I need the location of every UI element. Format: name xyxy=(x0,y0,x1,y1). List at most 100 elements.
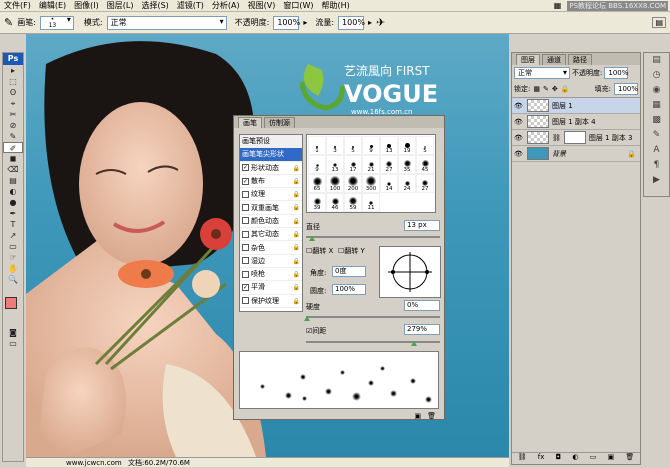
scattering-item[interactable]: ✓ 散布 🔒 xyxy=(240,175,302,189)
tab-layers[interactable]: 图层 xyxy=(516,54,540,65)
bridge-icon[interactable]: ▦ xyxy=(554,1,562,10)
lock-transparency-icon[interactable]: ▦ xyxy=(533,85,540,93)
checkbox[interactable] xyxy=(242,204,249,212)
eye-icon[interactable]: 👁 xyxy=(514,118,524,126)
brush-tip[interactable]: 65 xyxy=(308,174,326,193)
path-selection-tool-icon[interactable]: ↗ xyxy=(3,230,23,241)
brush-tip[interactable]: 45 xyxy=(416,155,434,174)
checkbox[interactable] xyxy=(242,190,249,198)
brush-tip[interactable]: 27 xyxy=(416,174,434,193)
flow-field[interactable]: 100% xyxy=(338,15,365,30)
checkbox[interactable] xyxy=(242,270,249,278)
move-tool-icon[interactable]: ▸ xyxy=(3,65,23,76)
brush-tip[interactable]: 11 xyxy=(362,193,380,212)
brush-tip[interactable]: 17 xyxy=(344,155,362,174)
diameter-slider[interactable] xyxy=(306,236,440,238)
checkbox[interactable] xyxy=(242,217,249,225)
opacity-dropdown-icon[interactable]: ▸ xyxy=(303,18,307,27)
color-dynamics-item[interactable]: 颜色动态 🔒 xyxy=(240,215,302,229)
checkbox[interactable] xyxy=(242,297,249,305)
menu-item-image[interactable]: 图像(I) xyxy=(70,0,103,11)
brush-tip[interactable]: 14 xyxy=(380,174,398,193)
brush-tip[interactable]: 13 xyxy=(326,155,344,174)
brush-tip[interactable]: 39 xyxy=(308,193,326,212)
lock-icon[interactable]: 🔒 xyxy=(293,258,300,265)
lock-icon[interactable]: 🔒 xyxy=(293,218,300,225)
dodge-tool-icon[interactable]: ● xyxy=(3,197,23,208)
checkbox[interactable]: ✓ xyxy=(242,283,249,291)
flow-dropdown-icon[interactable]: ▸ xyxy=(368,18,372,27)
menu-item-edit[interactable]: 编辑(E) xyxy=(35,0,70,11)
eye-icon[interactable]: 👁 xyxy=(514,102,524,110)
angle-field[interactable]: 0度 xyxy=(332,266,366,277)
brush-tool-icon-active[interactable]: ✐ xyxy=(3,142,23,153)
flip-x-checkbox[interactable]: ☐翻转 X xyxy=(306,246,333,256)
brush-tip[interactable]: 5 xyxy=(416,136,434,155)
wet-edges-item[interactable]: 湿边 🔒 xyxy=(240,255,302,268)
marquee-tool-icon[interactable]: ⬚ xyxy=(3,76,23,87)
angle-roundness-widget[interactable] xyxy=(379,246,441,298)
checkbox[interactable] xyxy=(242,257,249,265)
healing-brush-tool-icon[interactable]: ✎ xyxy=(3,131,23,142)
brush-tip[interactable]: 100 xyxy=(326,174,344,193)
checkbox[interactable]: ✓ xyxy=(242,164,249,172)
paragraph-icon[interactable]: ¶ xyxy=(644,158,669,173)
layer-row[interactable]: 👁 ⛓ 图层 1 副本 3 xyxy=(512,130,640,146)
roundness-field[interactable]: 100% xyxy=(332,284,366,295)
lock-icon[interactable]: 🔒 xyxy=(293,271,300,278)
lock-icon[interactable]: 🔒 xyxy=(293,165,300,172)
swatches-icon[interactable]: ▦ xyxy=(644,98,669,113)
delete-layer-icon[interactable]: 🗑 xyxy=(625,453,634,464)
screen-mode-icon[interactable]: ▭ xyxy=(3,338,23,349)
brush-tip[interactable]: 46 xyxy=(326,193,344,212)
layer-style-icon[interactable]: fx xyxy=(538,453,545,464)
eye-icon[interactable]: 👁 xyxy=(514,150,524,158)
menu-item-help[interactable]: 帮助(H) xyxy=(318,0,354,11)
menu-item-window[interactable]: 窗口(W) xyxy=(279,0,317,11)
lock-icon[interactable]: 🔒 xyxy=(293,204,300,211)
zoom-tool-icon[interactable]: 🔍 xyxy=(3,274,23,285)
brushes-icon[interactable]: ✎ xyxy=(644,128,669,143)
layer-row[interactable]: 👁 图层 1 副本 4 xyxy=(512,114,640,130)
smoothing-item[interactable]: ✓ 平滑 🔒 xyxy=(240,281,302,295)
new-layer-icon[interactable]: ▣ xyxy=(608,453,615,464)
lock-all-icon[interactable]: 🔒 xyxy=(561,85,570,93)
fill-field[interactable]: 100% xyxy=(614,83,638,95)
layer-opacity-field[interactable]: 100% xyxy=(604,67,628,79)
other-dynamics-item[interactable]: 其它动态 🔒 xyxy=(240,228,302,242)
actions-icon[interactable]: ▶ xyxy=(644,173,669,188)
brush-tip[interactable]: 3 xyxy=(326,136,344,155)
airbrush-icon[interactable]: ✈ xyxy=(376,16,385,29)
brush-tip[interactable]: 24 xyxy=(398,174,416,193)
tab-clone-source[interactable]: 仿制源 xyxy=(264,117,295,128)
styles-icon[interactable]: ▩ xyxy=(644,113,669,128)
lock-icon[interactable]: 🔒 xyxy=(293,284,300,291)
magic-wand-tool-icon[interactable]: ⌖ xyxy=(3,98,23,109)
notes-tool-icon[interactable]: ☞ xyxy=(3,252,23,263)
layer-row[interactable]: 👁 背景 🔒 xyxy=(512,146,640,162)
clone-stamp-tool-icon[interactable]: ◼ xyxy=(3,153,23,164)
checkbox[interactable]: ✓ xyxy=(242,177,249,185)
noise-item[interactable]: 杂色 🔒 xyxy=(240,241,302,255)
diameter-field[interactable]: 13 px xyxy=(404,220,440,231)
flip-y-checkbox[interactable]: ☐翻转 Y xyxy=(338,246,365,256)
menu-item-analysis[interactable]: 分析(A) xyxy=(208,0,244,11)
foreground-color[interactable] xyxy=(5,297,17,309)
navigator-icon[interactable]: ▤ xyxy=(644,53,669,68)
blur-tool-icon[interactable]: ◐ xyxy=(3,186,23,197)
delete-icon[interactable]: 🗑 xyxy=(427,412,436,420)
eraser-tool-icon[interactable]: ⌫ xyxy=(3,164,23,175)
lasso-tool-icon[interactable]: ʘ xyxy=(3,87,23,98)
menu-item-file[interactable]: 文件(F) xyxy=(0,0,35,11)
brush-presets-item[interactable]: 画笔预设 xyxy=(240,135,302,149)
menu-item-view[interactable]: 视图(V) xyxy=(244,0,280,11)
spacing-field[interactable]: 279% xyxy=(404,324,440,335)
panel-well-icon[interactable]: ▤ xyxy=(652,17,666,28)
brush-tip-shape-item[interactable]: 画笔笔尖形状 xyxy=(240,148,302,162)
brush-tip[interactable]: 1 xyxy=(308,136,326,155)
menu-item-layer[interactable]: 图层(L) xyxy=(103,0,138,11)
brush-tip[interactable]: 21 xyxy=(362,155,380,174)
texture-item[interactable]: 纹理 🔒 xyxy=(240,188,302,202)
brush-tip[interactable]: 9 xyxy=(362,136,380,155)
blend-mode-select[interactable]: 正常 xyxy=(514,67,570,79)
